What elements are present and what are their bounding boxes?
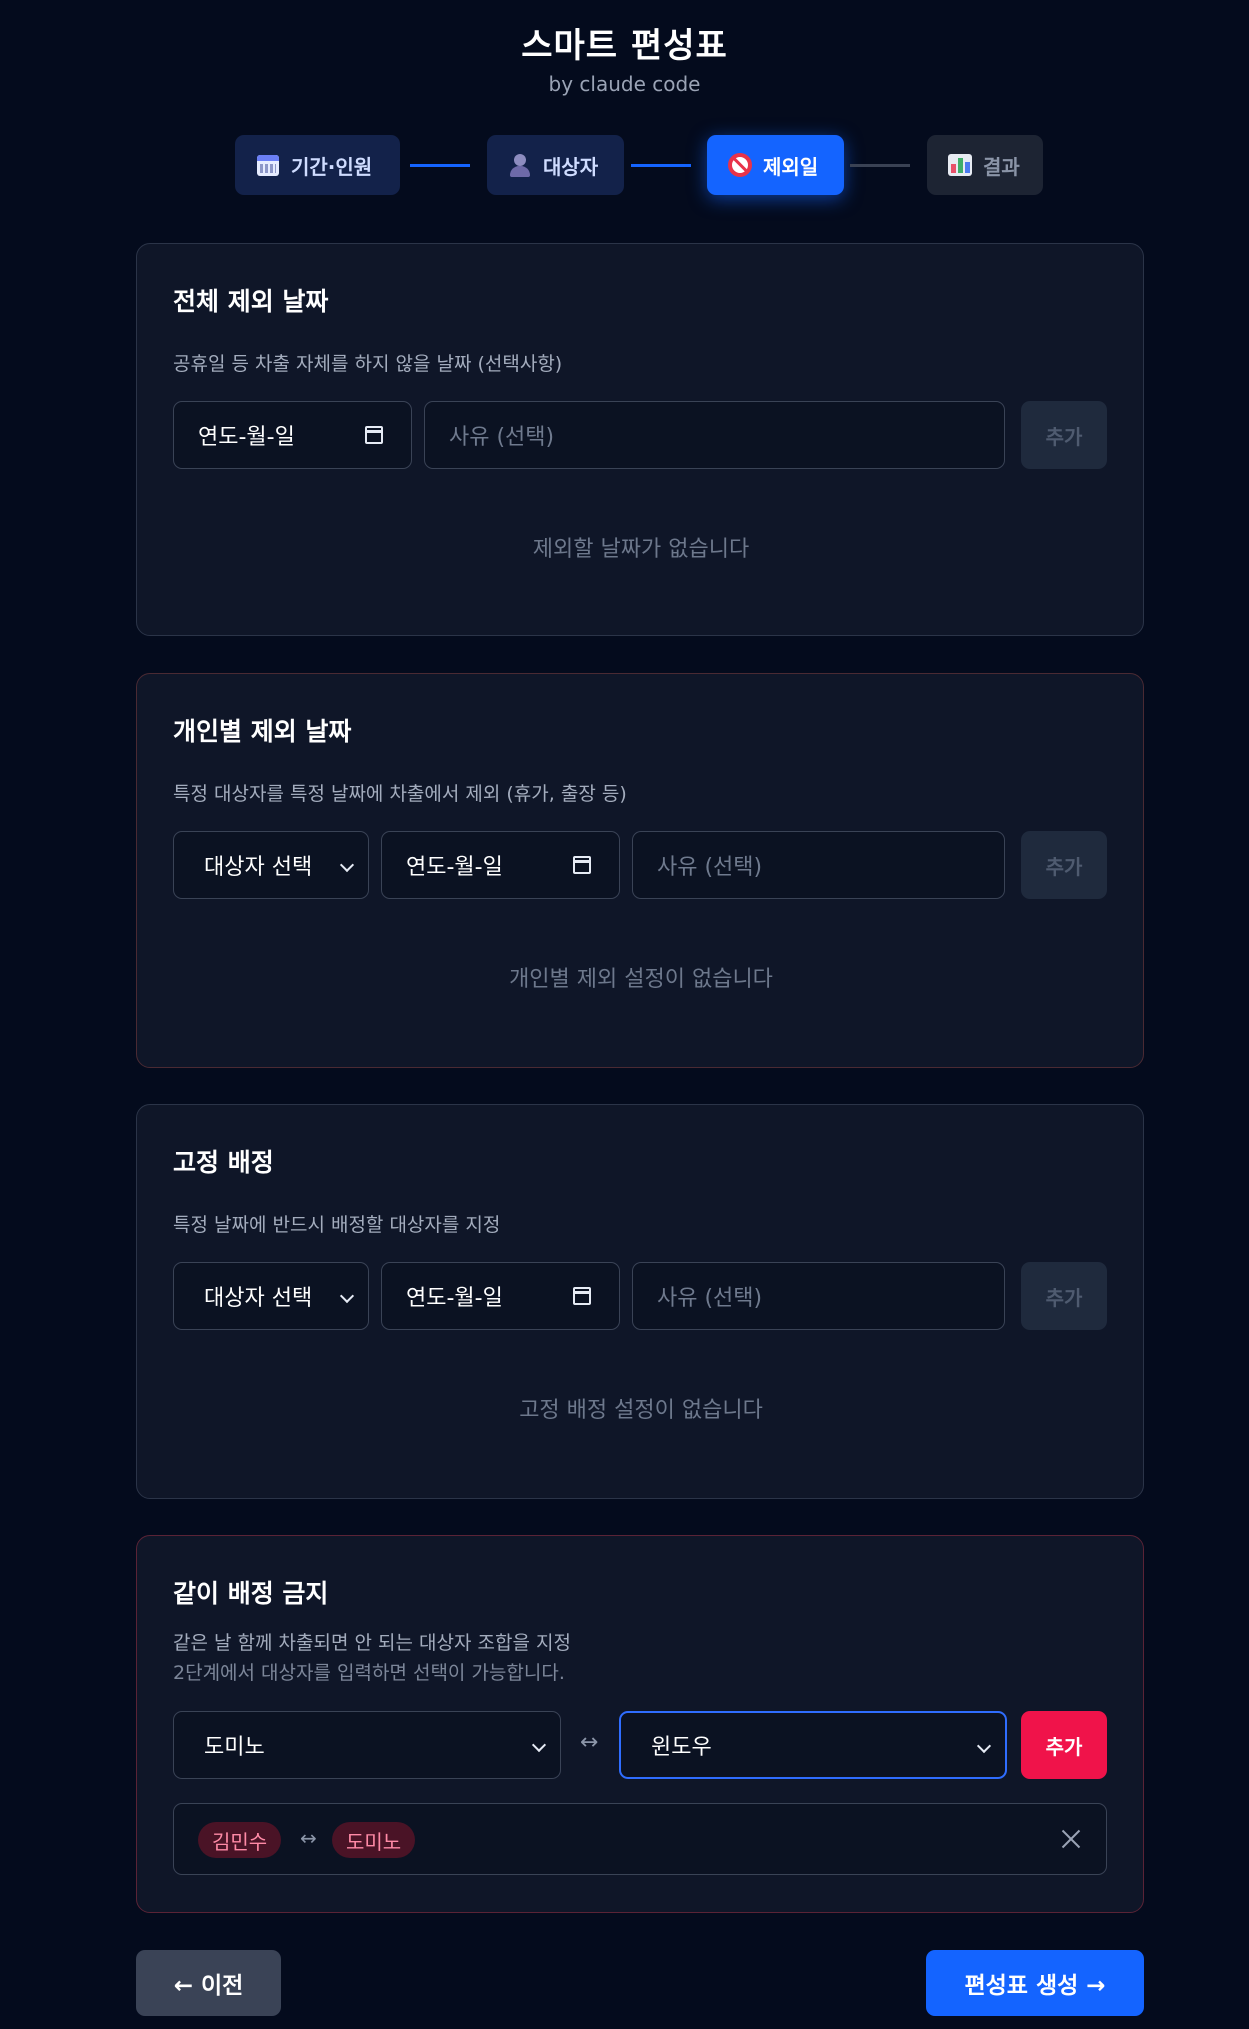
global-exclusion-card: 전체 제외 날짜 공휴일 등 차출 자체를 하지 않을 날짜 (선택사항) 연도…: [136, 243, 1144, 636]
pair-person-tag: 김민수: [198, 1822, 282, 1858]
generate-schedule-button[interactable]: 편성표 생성 →: [926, 1950, 1144, 2016]
step-period-people[interactable]: 기간·인원: [235, 135, 400, 195]
person-select-value: 대상자 선택: [204, 1286, 313, 1311]
reason-input[interactable]: 사유 (선택): [424, 401, 1005, 469]
reason-placeholder: 사유 (선택): [449, 425, 555, 450]
calendar-icon[interactable]: [365, 426, 383, 444]
card-description: 공휴일 등 차출 자체를 하지 않을 날짜 (선택사항): [173, 353, 563, 375]
date-input[interactable]: 연도-월-일: [381, 1262, 620, 1330]
card-hint: 2단계에서 대상자를 입력하면 선택이 가능합니다.: [173, 1662, 565, 1684]
pair-person-tag: 도미노: [332, 1822, 416, 1858]
empty-message: 개인별 제외 설정이 없습니다: [509, 967, 773, 992]
first-select-value: 도미노: [204, 1735, 265, 1760]
bar-chart-icon: [947, 152, 973, 178]
card-description: 같은 날 함께 차출되면 안 되는 대상자 조합을 지정: [173, 1632, 571, 1654]
reason-input[interactable]: 사유 (선택): [632, 831, 1005, 899]
app-subtitle: by claude code: [548, 72, 701, 96]
card-title: 개인별 제외 날짜: [173, 717, 352, 746]
pair-arrow-icon: ↔: [300, 1826, 317, 1850]
empty-message: 제외할 날짜가 없습니다: [532, 537, 750, 562]
chevron-down-icon: [531, 1737, 547, 1753]
chevron-down-icon: [339, 857, 355, 873]
add-button[interactable]: 추가: [1021, 1262, 1107, 1330]
reason-input[interactable]: 사유 (선택): [632, 1262, 1005, 1330]
card-title: 같이 배정 금지: [173, 1579, 329, 1608]
card-title: 고정 배정: [173, 1148, 274, 1177]
step-connector: [410, 164, 470, 167]
step-exclusions[interactable]: 제외일: [707, 135, 844, 195]
date-placeholder: 연도-월-일: [406, 1286, 503, 1311]
person-icon: [507, 152, 533, 178]
empty-message: 고정 배정 설정이 없습니다: [519, 1398, 763, 1423]
conflict-pair-row: 김민수 ↔ 도미노: [173, 1803, 1107, 1875]
second-select-value: 윈도우: [651, 1735, 712, 1760]
app-title: 스마트 편성표: [521, 26, 728, 66]
first-person-select[interactable]: 도미노: [173, 1711, 561, 1779]
calendar-icon[interactable]: [573, 856, 591, 874]
reason-placeholder: 사유 (선택): [657, 1286, 763, 1311]
personal-exclusion-card: 개인별 제외 날짜 특정 대상자를 특정 날짜에 차출에서 제외 (휴가, 출장…: [136, 673, 1144, 1068]
add-button[interactable]: 추가: [1021, 831, 1107, 899]
step-connector: [850, 164, 910, 167]
card-title: 전체 제외 날짜: [173, 287, 329, 316]
step-result[interactable]: 결과: [927, 135, 1043, 195]
step-label: 제외일: [763, 154, 819, 179]
card-description: 특정 대상자를 특정 날짜에 차출에서 제외 (휴가, 출장 등): [173, 783, 627, 805]
add-button[interactable]: 추가: [1021, 1711, 1107, 1779]
person-select[interactable]: 대상자 선택: [173, 831, 369, 899]
date-placeholder: 연도-월-일: [406, 855, 503, 880]
card-description: 특정 날짜에 반드시 배정할 대상자를 지정: [173, 1214, 501, 1236]
chevron-down-icon: [339, 1288, 355, 1304]
reason-placeholder: 사유 (선택): [657, 855, 763, 880]
step-targets[interactable]: 대상자: [487, 135, 624, 195]
previous-button[interactable]: ← 이전: [136, 1950, 281, 2016]
person-select-value: 대상자 선택: [204, 855, 313, 880]
second-person-select[interactable]: 윈도우: [619, 1711, 1007, 1779]
calendar-icon: [255, 152, 281, 178]
conflict-pairs-card: 같이 배정 금지 같은 날 함께 차출되면 안 되는 대상자 조합을 지정 2단…: [136, 1535, 1144, 1913]
step-label: 대상자: [543, 154, 599, 179]
close-icon[interactable]: [1060, 1828, 1082, 1850]
fixed-assignment-card: 고정 배정 특정 날짜에 반드시 배정할 대상자를 지정 대상자 선택 연도-월…: [136, 1104, 1144, 1499]
step-connector: [631, 164, 691, 167]
swap-arrow-icon: ↔: [580, 1730, 599, 1755]
person-select[interactable]: 대상자 선택: [173, 1262, 369, 1330]
step-label: 기간·인원: [291, 154, 373, 179]
step-label: 결과: [983, 154, 1020, 179]
chevron-down-icon: [976, 1738, 992, 1754]
date-input[interactable]: 연도-월-일: [381, 831, 620, 899]
add-button[interactable]: 추가: [1021, 401, 1107, 469]
stepper: 기간·인원 대상자 제외일 결과: [235, 135, 1043, 195]
no-entry-icon: [727, 152, 753, 178]
date-placeholder: 연도-월-일: [198, 425, 295, 450]
calendar-icon[interactable]: [573, 1287, 591, 1305]
date-input[interactable]: 연도-월-일: [173, 401, 412, 469]
